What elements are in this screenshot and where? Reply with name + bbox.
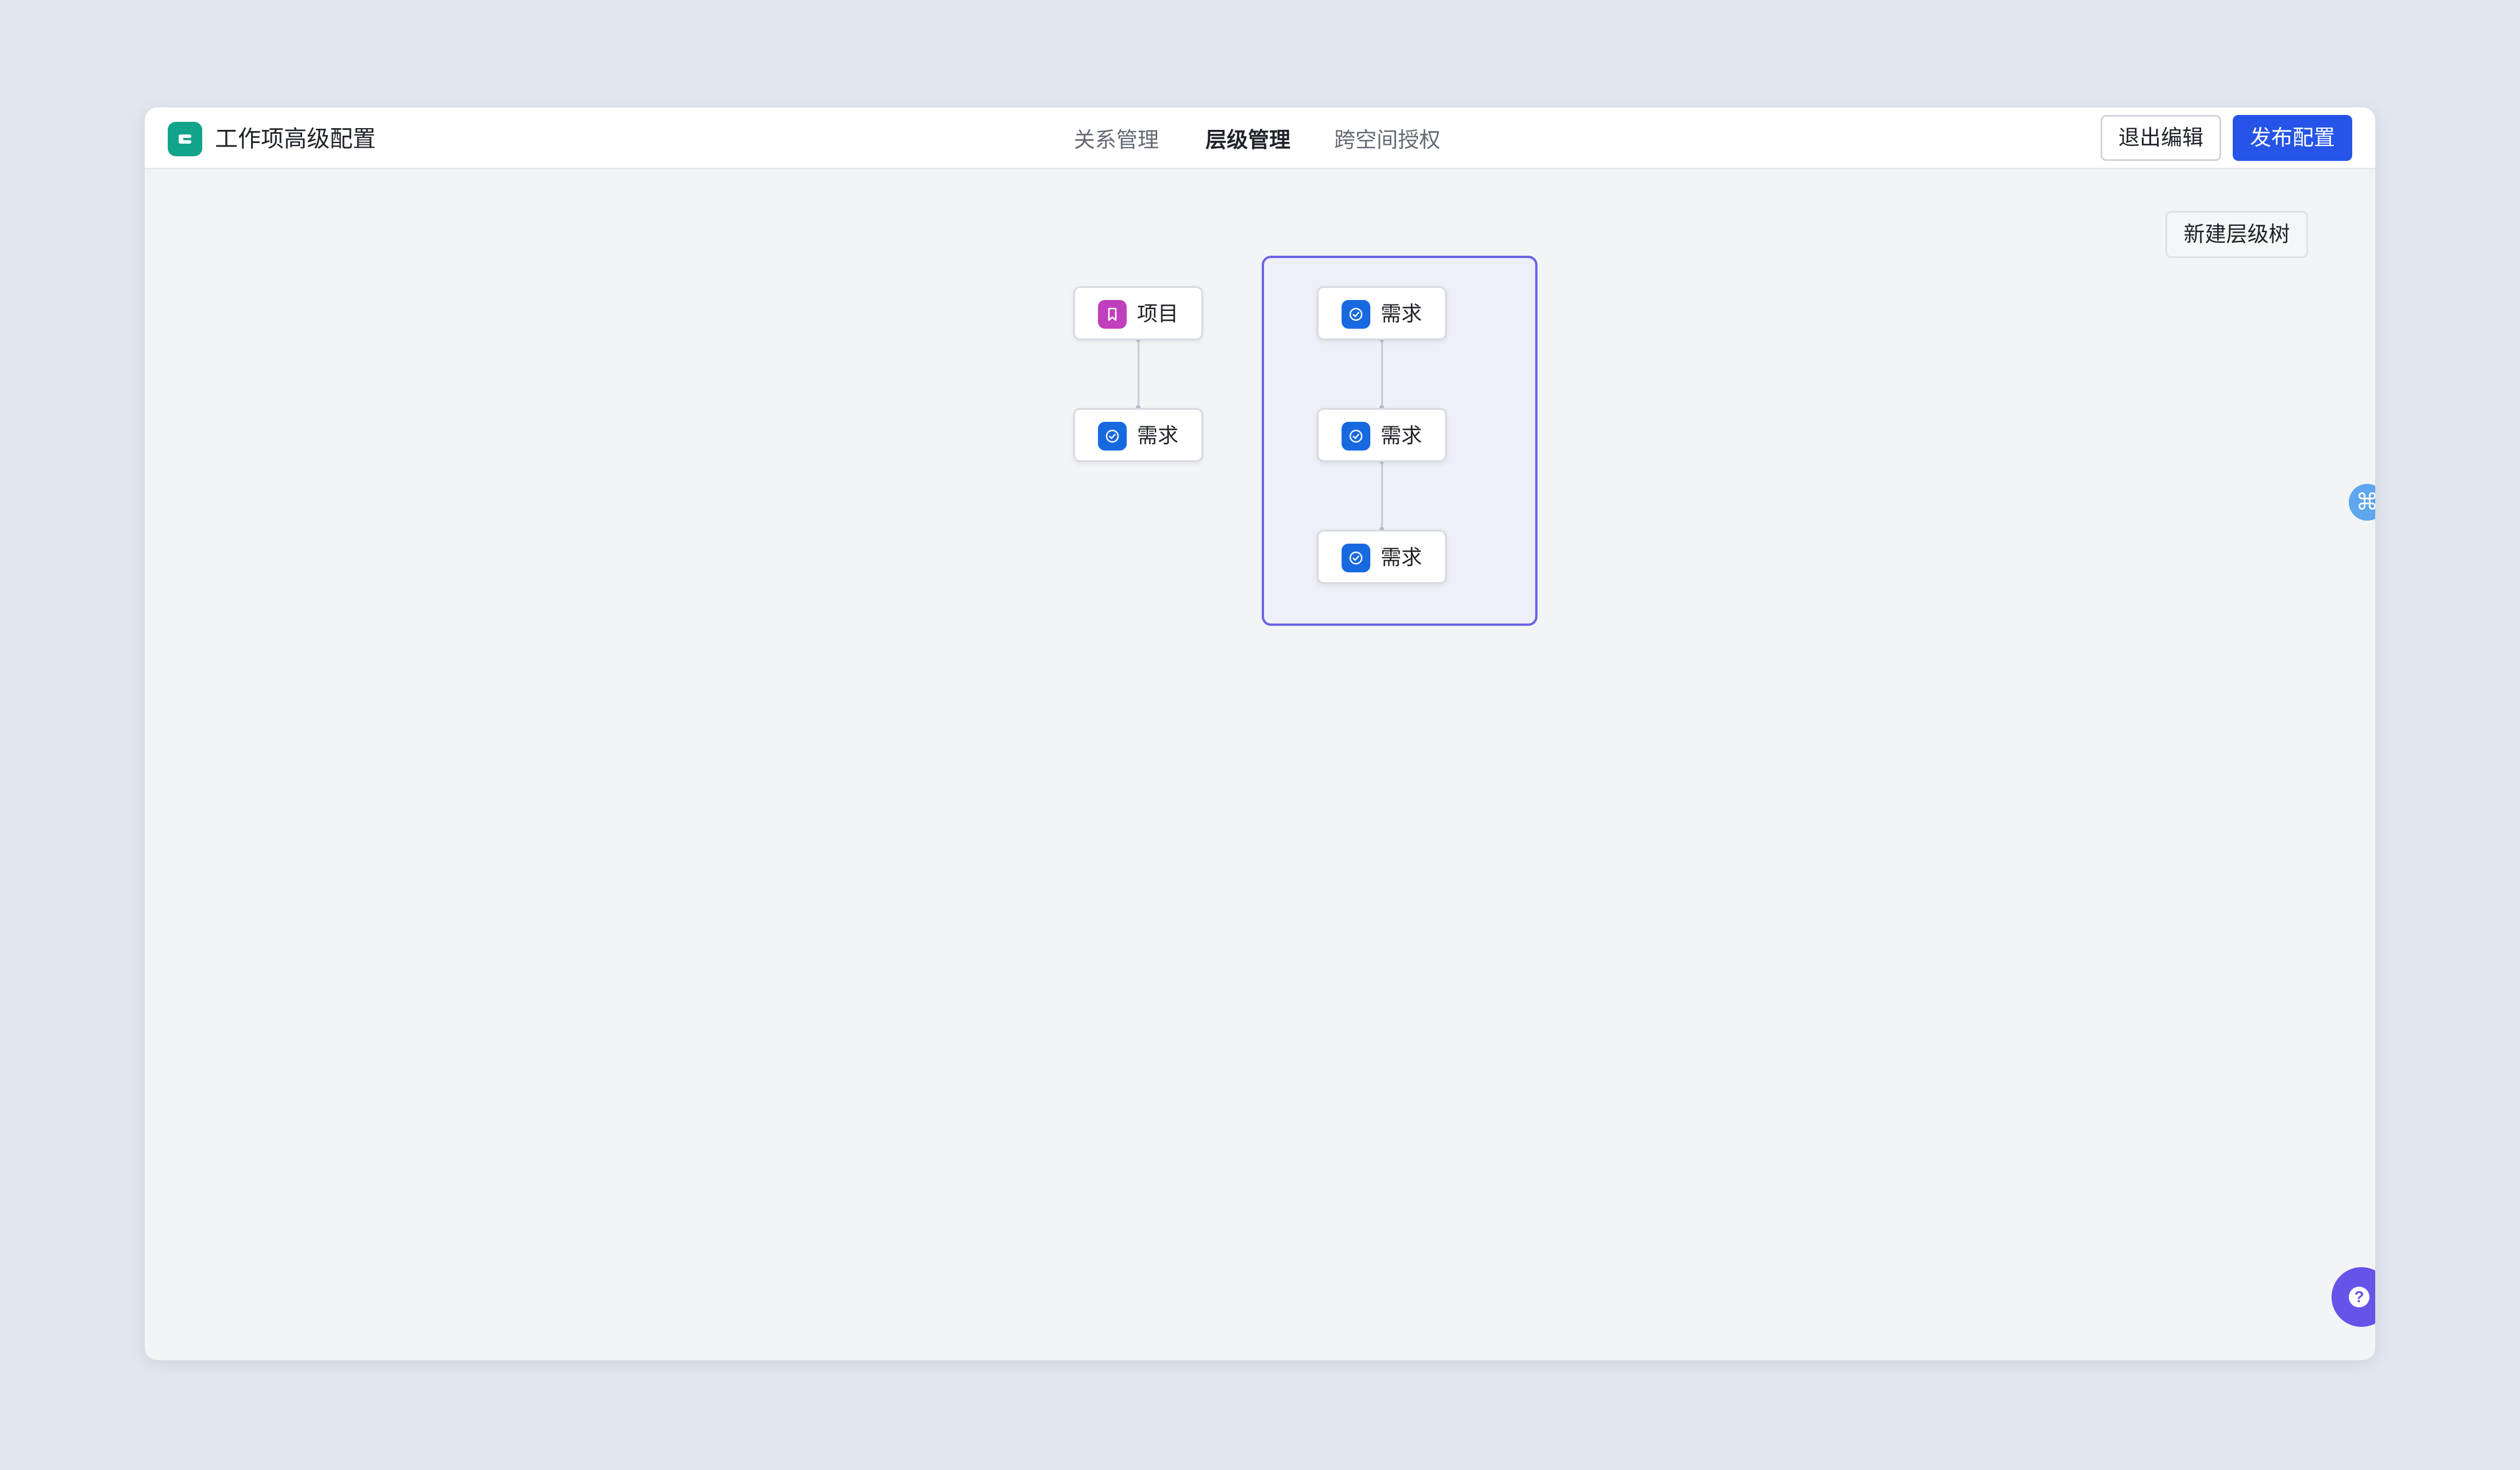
- new-hierarchy-tree-button[interactable]: 新建层级树: [2165, 211, 2308, 258]
- tab-cross-space-authorization[interactable]: 跨空间授权: [1334, 125, 1440, 156]
- check-circle-icon: [1342, 422, 1370, 451]
- tree-node-label: 需求: [1381, 424, 1423, 447]
- question-icon: ?: [2349, 1287, 2369, 1307]
- top-bar: 工作项高级配置 关系管理 层级管理 跨空间授权 退出编辑 发布配置: [145, 107, 2375, 170]
- bookmark-icon: [1098, 300, 1127, 329]
- exit-edit-button[interactable]: 退出编辑: [2101, 115, 2221, 161]
- check-circle-icon: [1098, 422, 1127, 451]
- page-title: 工作项高级配置: [215, 126, 376, 152]
- tab-hierarchy-management[interactable]: 层级管理: [1205, 125, 1290, 156]
- tree-node-project[interactable]: 项目: [1073, 286, 1203, 340]
- command-shortcut-icon[interactable]: ⌘: [2349, 484, 2375, 521]
- tree-node-requirement[interactable]: 需求: [1073, 408, 1203, 462]
- check-circle-icon: [1342, 544, 1370, 572]
- tree-node-label: 需求: [1381, 545, 1423, 569]
- app-logo-icon: [168, 122, 202, 156]
- config-window: 工作项高级配置 关系管理 层级管理 跨空间授权 退出编辑 发布配置 新建层级树 …: [145, 107, 2375, 1360]
- tree-node-requirement[interactable]: 需求: [1317, 408, 1447, 462]
- check-circle-icon: [1342, 300, 1370, 329]
- tree-edge: [1138, 340, 1139, 407]
- tree-node-requirement[interactable]: 需求: [1317, 286, 1447, 340]
- tab-bar: 关系管理 层级管理 跨空间授权: [145, 107, 2375, 170]
- publish-config-button[interactable]: 发布配置: [2233, 115, 2352, 161]
- tree-node-label: 项目: [1137, 302, 1179, 325]
- tree-node-label: 需求: [1137, 424, 1179, 447]
- help-button[interactable]: ?: [2332, 1267, 2375, 1327]
- tree-node-label: 需求: [1381, 302, 1423, 325]
- tree-edge: [1381, 340, 1383, 407]
- tree-edge: [1381, 461, 1383, 529]
- tree-node-requirement[interactable]: 需求: [1317, 530, 1447, 584]
- tab-relation-management[interactable]: 关系管理: [1074, 125, 1159, 156]
